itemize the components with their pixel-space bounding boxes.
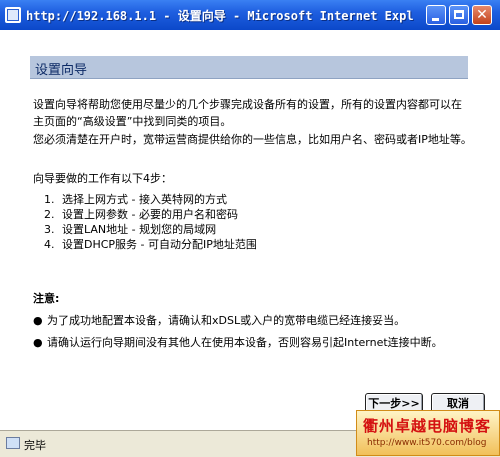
list-item: ● 请确认运行向导期间没有其他人在使用本设备，否则容易引起Internet连接中断… [33,334,473,351]
page-done-icon [6,437,20,449]
close-button[interactable]: ✕ [472,5,492,25]
ie-icon [5,7,21,23]
step-number: 4. [44,238,55,251]
step-text: 设置DHCP服务 - 可自动分配IP地址范围 [62,238,257,251]
maximize-icon [454,10,464,19]
step-text: 设置上网参数 - 必要的用户名和密码 [62,208,238,221]
step-number: 3. [44,223,55,236]
steps-list: 1. 选择上网方式 - 接入英特网的方式 2. 设置上网参数 - 必要的用户名和密码… [44,192,257,252]
list-item: ● 为了成功地配置本设备，请确认和xDSL或入户的宽带电缆已经连接妥当。 [33,312,473,329]
watermark-url: http://www.it570.com/blog [367,438,487,448]
minimize-icon [432,18,439,21]
bullet-icon: ● [33,314,43,327]
maximize-button[interactable] [449,5,469,25]
bullet-icon: ● [33,336,43,349]
minimize-button[interactable] [426,5,446,25]
list-item: 1. 选择上网方式 - 接入英特网的方式 [44,192,257,207]
notes-list: ● 为了成功地配置本设备，请确认和xDSL或入户的宽带电缆已经连接妥当。 ● 请确认… [33,312,473,356]
step-number: 2. [44,208,55,221]
notes-title: 注意: [33,292,60,305]
title-bar: http://192.168.1.1 - 设置向导 - Microsoft In… [0,0,500,31]
watermark: 衢州卓越电脑博客 http://www.it570.com/blog [356,410,500,456]
intro-text-1: 设置向导将帮助您使用尽量少的几个步骤完成设备所有的设置，所有的设置内容都可以在主… [33,98,462,128]
wizard-header: 设置向导 [30,56,468,79]
watermark-title: 衢州卓越电脑博客 [363,417,492,435]
list-item: 4. 设置DHCP服务 - 可自动分配IP地址范围 [44,237,257,252]
window-title: http://192.168.1.1 - 设置向导 - Microsoft In… [26,9,416,23]
close-icon: ✕ [476,7,488,23]
status-text: 完毕 [24,439,46,452]
wizard-page: 设置向导 设置向导将帮助您使用尽量少的几个步骤完成设备所有的设置，所有的设置内容… [0,30,500,430]
step-text: 选择上网方式 - 接入英特网的方式 [62,193,227,206]
step-number: 1. [44,193,55,206]
note-text: 请确认运行向导期间没有其他人在使用本设备，否则容易引起Internet连接中断。 [47,336,443,349]
wizard-title: 设置向导 [35,63,88,78]
step-text: 设置LAN地址 - 规划您的局域网 [62,223,217,236]
note-text: 为了成功地配置本设备，请确认和xDSL或入户的宽带电缆已经连接妥当。 [47,314,406,327]
intro-text-2: 您必须清楚在开户时，宽带运营商提供给你的一些信息，比如用户名、密码或者IP地址等… [33,133,472,146]
list-item: 2. 设置上网参数 - 必要的用户名和密码 [44,207,257,222]
list-item: 3. 设置LAN地址 - 规划您的局域网 [44,222,257,237]
steps-title: 向导要做的工作有以下4步： [33,172,172,185]
